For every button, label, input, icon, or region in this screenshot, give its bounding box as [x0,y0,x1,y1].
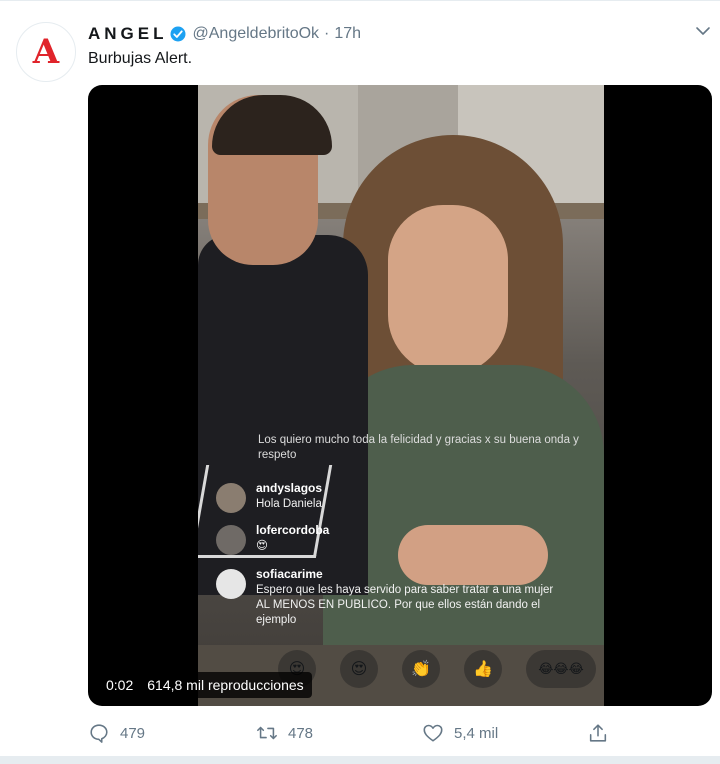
commenter-avatar [216,483,246,513]
tweet-header: ANGEL @AngeldebritoOk · 17h [88,22,361,46]
live-comment-text: Espero que les haya servido para saber t… [256,584,554,626]
commenter-username: sofiacarime [256,567,323,581]
user-handle[interactable]: @AngeldebritoOk [193,25,320,43]
timestamp[interactable]: 17h [334,25,361,43]
chevron-down-icon[interactable] [694,24,712,38]
person-face-shape [208,95,332,265]
reply-icon [90,724,108,743]
hand-shape [398,525,548,585]
retweet-button[interactable]: 478 [256,722,313,744]
reply-button[interactable]: 479 [88,722,145,744]
share-button[interactable] [587,722,619,744]
like-count: 5,4 mil [454,724,499,742]
reply-count: 479 [120,724,146,742]
tweet-actions: 479 478 5,4 mil [88,718,712,752]
commenter-username: lofercordoba [256,523,330,537]
video-player[interactable]: Los quiero mucho toda la felicidad y gra… [88,85,712,706]
avatar[interactable]: A [16,22,76,82]
live-comment-text: Los quiero mucho toda la felicidad y gra… [258,434,579,461]
live-comment-text: Hola Daniela [256,498,322,510]
commenter-avatar [216,525,246,555]
bottom-divider [0,756,720,764]
video-info-badge: 0:02 614,8 mil reproducciones [98,672,312,698]
heart-icon [423,724,443,742]
live-comment-text: 😍 [256,540,268,552]
verified-badge-icon [170,26,185,42]
retweet-icon [257,726,277,740]
reaction-button[interactable]: 😂😂😂 [526,650,596,688]
tweet-text: Burbujas Alert. [88,50,193,67]
video-view-count: 614,8 mil reproducciones [147,677,304,693]
display-name[interactable]: ANGEL [88,24,168,44]
person-face-shape [388,205,508,375]
commenter-avatar [216,569,246,599]
top-divider [0,0,720,1]
reaction-button[interactable]: 👏 [402,650,440,688]
avatar-letter: A [32,32,60,72]
retweet-count: 478 [288,724,314,742]
share-icon [589,724,607,742]
commenter-username: andyslagos [256,481,323,495]
reaction-button[interactable]: 😍 [340,650,378,688]
reaction-button[interactable]: 👍 [464,650,502,688]
separator-dot: · [324,25,330,42]
like-button[interactable]: 5,4 mil [422,722,498,744]
video-elapsed-time: 0:02 [106,677,134,693]
